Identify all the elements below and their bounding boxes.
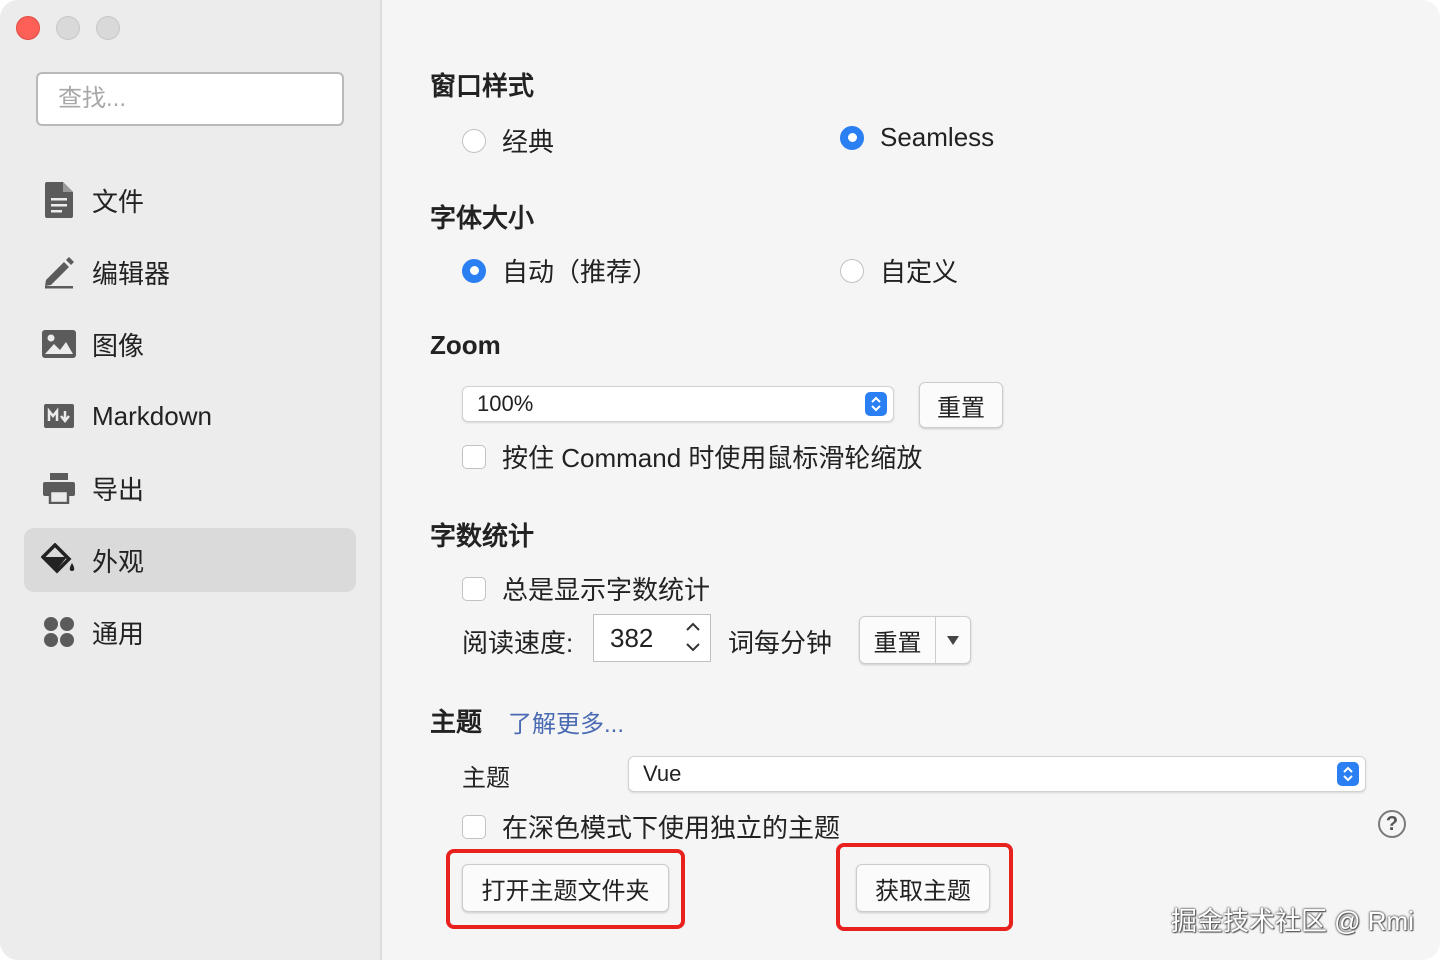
- watermark: 掘金技术社区 @ Rmi: [1170, 906, 1414, 936]
- command-scroll-zoom-option[interactable]: 按住 Command 时使用鼠标滑轮缩放: [462, 438, 922, 475]
- radio-button[interactable]: [840, 125, 864, 150]
- checkbox[interactable]: [462, 444, 486, 469]
- theme-label: 主题: [462, 765, 510, 792]
- markdown-icon: [40, 397, 78, 435]
- sidebar-item-label: Markdown: [92, 400, 212, 431]
- paint-bucket-icon: [40, 541, 78, 579]
- select-arrows-icon: [1337, 762, 1359, 786]
- sidebar-item-label: 编辑器: [92, 258, 171, 289]
- help-icon[interactable]: ?: [1378, 810, 1406, 838]
- search-placeholder: 查找...: [58, 85, 127, 112]
- image-icon: [40, 325, 78, 363]
- search-input[interactable]: 查找...: [36, 72, 344, 126]
- sidebar-item-editor[interactable]: 编辑器: [24, 240, 356, 304]
- pencil-icon: [40, 253, 78, 291]
- zoom-value: 100%: [477, 391, 534, 416]
- word-count-title: 字数统计: [430, 521, 535, 551]
- sidebar-item-label: 文件: [92, 186, 145, 217]
- theme-title: 主题: [430, 707, 483, 737]
- dark-mode-theme-option[interactable]: 在深色模式下使用独立的主题: [462, 808, 840, 845]
- close-window-button[interactable]: [16, 16, 40, 40]
- sidebar-item-label: 导出: [92, 474, 145, 505]
- window-controls: [16, 16, 120, 40]
- get-themes-button[interactable]: 获取主题: [856, 864, 990, 912]
- radio-button[interactable]: [840, 258, 864, 283]
- option-label: 在深色模式下使用独立的主题: [502, 813, 841, 843]
- grid-icon: [40, 613, 78, 651]
- option-label: 按住 Command 时使用鼠标滑轮缩放: [502, 443, 923, 473]
- sidebar-item-image[interactable]: 图像: [24, 312, 356, 376]
- word-count-reset-split-button[interactable]: 重置: [859, 616, 971, 664]
- font-size-custom-option[interactable]: 自定义: [840, 252, 958, 289]
- sidebar: 查找... 文件 编辑器 图像 Markdown 导出 外观 通用: [0, 0, 382, 960]
- always-show-word-count-option[interactable]: 总是显示字数统计: [462, 570, 710, 607]
- settings-panel: 窗口样式 经典 Seamless 字体大小 自动（推荐） 自定义 Zoom 10…: [382, 0, 1440, 960]
- checkbox[interactable]: [462, 814, 486, 839]
- zoom-select[interactable]: 100%: [462, 386, 894, 422]
- sidebar-item-general[interactable]: 通用: [24, 600, 356, 664]
- window-style-title: 窗口样式: [430, 71, 535, 101]
- sidebar-nav: 文件 编辑器 图像 Markdown 导出 外观 通用: [24, 168, 356, 672]
- sidebar-item-markdown[interactable]: Markdown: [24, 384, 356, 448]
- option-label: 自动（推荐）: [502, 257, 659, 287]
- window-style-classic-option[interactable]: 经典: [462, 122, 554, 159]
- option-label: 经典: [502, 127, 555, 157]
- word-count-reset-button[interactable]: 重置: [860, 617, 936, 663]
- font-size-title: 字体大小: [430, 203, 535, 233]
- reading-speed-label: 阅读速度:: [462, 628, 574, 658]
- option-label: 自定义: [880, 257, 959, 287]
- zoom-title: Zoom: [430, 330, 501, 360]
- option-label: 总是显示字数统计: [502, 575, 711, 605]
- sidebar-item-label: 图像: [92, 330, 145, 361]
- option-label: Seamless: [880, 122, 995, 152]
- minimize-window-button[interactable]: [56, 16, 80, 40]
- sidebar-item-file[interactable]: 文件: [24, 168, 356, 232]
- stepper-arrows-icon[interactable]: [680, 619, 706, 655]
- sidebar-item-label: 通用: [92, 618, 145, 649]
- window-style-seamless-option[interactable]: Seamless: [840, 122, 994, 153]
- sidebar-item-label: 外观: [92, 546, 145, 577]
- radio-button[interactable]: [462, 258, 486, 283]
- reading-speed-stepper[interactable]: 382: [593, 614, 711, 662]
- sidebar-item-appearance[interactable]: 外观: [24, 528, 356, 592]
- maximize-window-button[interactable]: [96, 16, 120, 40]
- printer-icon: [40, 469, 78, 507]
- theme-value: Vue: [643, 761, 682, 786]
- checkbox[interactable]: [462, 576, 486, 601]
- file-icon: [40, 181, 78, 219]
- font-size-auto-option[interactable]: 自动（推荐）: [462, 252, 658, 289]
- open-theme-folder-button[interactable]: 打开主题文件夹: [462, 864, 669, 912]
- theme-select[interactable]: Vue: [628, 756, 1366, 792]
- reset-dropdown-icon[interactable]: [936, 617, 970, 663]
- preferences-window: 查找... 文件 编辑器 图像 Markdown 导出 外观 通用 窗口样式 经…: [0, 0, 1440, 960]
- learn-more-link[interactable]: 了解更多...: [508, 704, 624, 739]
- reading-speed-value: 382: [610, 622, 654, 653]
- sidebar-item-export[interactable]: 导出: [24, 456, 356, 520]
- select-arrows-icon: [865, 392, 887, 416]
- radio-button[interactable]: [462, 128, 486, 153]
- words-per-minute-label: 词每分钟: [728, 628, 833, 658]
- zoom-reset-button[interactable]: 重置: [919, 382, 1003, 428]
